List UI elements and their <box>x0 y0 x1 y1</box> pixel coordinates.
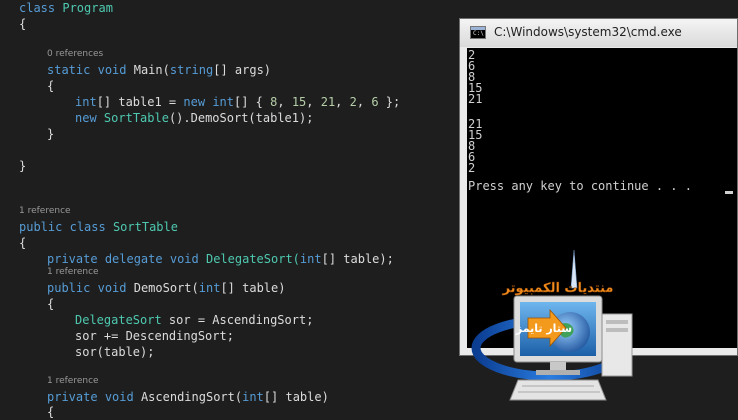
keyword: int <box>75 95 97 109</box>
keyword: int <box>242 390 264 404</box>
keyword: public <box>47 281 91 295</box>
code-text: [] { <box>234 95 271 109</box>
codelens-references[interactable]: 1 reference <box>19 206 71 217</box>
code-line: { <box>47 297 55 311</box>
keyword: new <box>183 95 206 109</box>
method-name: Main( <box>133 63 170 77</box>
code-line: } <box>47 127 55 141</box>
code-line: } <box>19 159 27 173</box>
keyword: int <box>198 281 221 295</box>
console-line: 21 <box>468 92 483 106</box>
code-line: int[] table1 = new int[] { 8, 15, 21, 2,… <box>75 94 400 110</box>
code-text: , <box>335 95 350 109</box>
console-line: 2 <box>468 161 476 175</box>
cmd-titlebar[interactable]: C:\ C:\Windows\system32\cmd.exe <box>460 19 737 47</box>
number-literal: 2 <box>349 95 357 109</box>
keyword: class <box>19 1 56 15</box>
keyword: void <box>97 281 127 295</box>
type-name: SortTable <box>103 111 169 125</box>
keyword: public <box>19 220 63 234</box>
code-line: private void AscendingSort(int[] table) <box>47 389 329 405</box>
codelens-references[interactable]: 1 reference <box>47 267 99 278</box>
codelens-references[interactable]: 0 references <box>47 49 103 60</box>
forum-logo-watermark: منتديات الكمبيوتر ستار تايمز <box>471 249 633 401</box>
console-icon[interactable]: C:\ <box>470 26 486 39</box>
code-text: , <box>356 95 372 109</box>
console-cursor <box>725 191 733 194</box>
code-line: static void Main(string[] args) <box>47 62 271 78</box>
code-text: [] args) <box>213 63 272 77</box>
code-text: sor = AscendingSort; <box>161 313 314 327</box>
console-prompt: Press any key to continue . . . <box>468 179 692 193</box>
type-name: DelegateSort <box>75 313 162 327</box>
type-name: SortTable <box>112 220 178 234</box>
code-line: private delegate void DelegateSort(int[]… <box>47 251 394 267</box>
code-line: public void DemoSort(int[] table) <box>47 280 285 296</box>
codelens-references[interactable]: 1 reference <box>47 376 99 387</box>
code-text: [] table); <box>321 252 394 266</box>
type-name: DelegateSort( <box>205 252 300 266</box>
keyword: int <box>212 95 234 109</box>
keyword: void <box>104 390 134 404</box>
keyword: class <box>69 220 106 234</box>
cmd-window-title: C:\Windows\system32\cmd.exe <box>494 25 682 39</box>
code-text: }; <box>378 95 401 109</box>
code-text: ().DemoSort(table1); <box>168 111 314 125</box>
keyword: static <box>47 63 91 77</box>
code-line: class Program <box>19 0 113 16</box>
keyword: new <box>75 111 97 125</box>
number-literal: 21 <box>320 95 336 109</box>
number-literal: 6 <box>371 95 379 109</box>
code-line: sor += DescendingSort; <box>75 329 234 343</box>
code-line: sor(table); <box>75 345 155 359</box>
keyword: int <box>299 252 322 266</box>
code-text: , <box>277 95 292 109</box>
code-line: DelegateSort sor = AscendingSort; <box>75 312 313 328</box>
keyword: private <box>47 252 98 266</box>
code-line: { <box>47 405 55 419</box>
code-line: { <box>19 17 27 31</box>
number-literal: 15 <box>291 95 307 109</box>
keyword: void <box>169 252 199 266</box>
method-name: DemoSort( <box>133 281 199 295</box>
code-text: [] table1 = <box>96 95 184 109</box>
code-text: [] table) <box>263 390 329 404</box>
logo-screen-text: ستار تايمز <box>515 322 572 335</box>
code-text: [] table) <box>220 281 286 295</box>
code-text: , <box>306 95 321 109</box>
code-line: new SortTable().DemoSort(table1); <box>75 110 313 126</box>
keyword: string <box>169 63 214 77</box>
type-name: Program <box>62 1 113 15</box>
code-line: { <box>19 236 27 250</box>
keyword: void <box>97 63 127 77</box>
console-icon-label: C:\ <box>473 30 484 37</box>
method-name: AscendingSort( <box>140 390 243 404</box>
keyword: private <box>47 390 98 404</box>
logo-top-text: منتديات الكمبيوتر <box>502 281 614 296</box>
code-line: { <box>47 79 55 93</box>
code-line: public class SortTable <box>19 219 178 235</box>
keyboard-icon <box>509 379 607 401</box>
keyword: delegate <box>104 252 163 266</box>
